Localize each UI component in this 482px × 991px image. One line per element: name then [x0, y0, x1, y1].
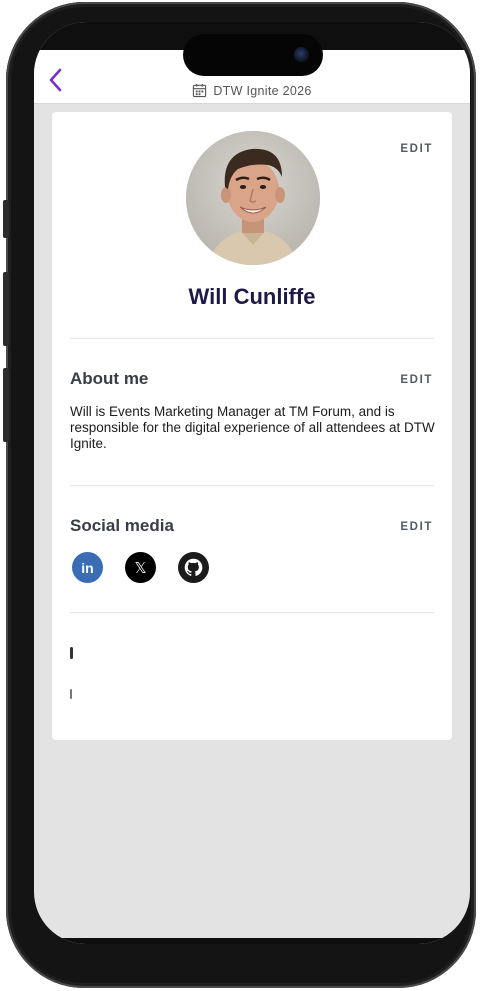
truncated-section-title	[70, 647, 73, 659]
divider	[70, 612, 434, 613]
profile-photo	[186, 131, 320, 265]
edit-profile-button[interactable]: EDIT	[400, 143, 433, 155]
volume-down-button	[3, 368, 9, 442]
calendar-icon	[193, 83, 207, 98]
mute-switch	[3, 200, 9, 238]
github-icon	[184, 558, 203, 576]
phone-frame: DTW Ignite 2026 EDIT Will Cunliffe About…	[3, 2, 476, 988]
linkedin-button[interactable]: in	[72, 552, 103, 583]
screen: DTW Ignite 2026 EDIT Will Cunliffe About…	[34, 22, 470, 944]
linkedin-icon: in	[81, 559, 94, 576]
edit-about-button[interactable]: EDIT	[400, 374, 433, 386]
edit-social-button[interactable]: EDIT	[400, 521, 433, 533]
about-text: Will is Events Marketing Manager at TM F…	[70, 404, 435, 451]
home-indicator-area	[34, 938, 470, 944]
about-title: About me	[70, 369, 149, 388]
truncated-section-text	[70, 689, 72, 699]
event-title: DTW Ignite 2026	[213, 83, 312, 98]
social-links: in 𝕏	[72, 552, 209, 583]
divider	[70, 485, 434, 486]
profile-card: EDIT Will Cunliffe About me EDIT Will is…	[52, 112, 452, 740]
x-icon: 𝕏	[134, 558, 147, 577]
x-button[interactable]: 𝕏	[125, 552, 156, 583]
volume-up-button	[3, 272, 9, 346]
avatar[interactable]	[186, 131, 320, 265]
divider	[70, 338, 434, 339]
camera-icon	[294, 47, 309, 62]
dynamic-island	[183, 34, 323, 76]
profile-name: Will Cunliffe	[188, 284, 316, 309]
event-title-bar[interactable]: DTW Ignite 2026	[34, 83, 470, 98]
github-button[interactable]	[178, 552, 209, 583]
social-title: Social media	[70, 516, 174, 535]
